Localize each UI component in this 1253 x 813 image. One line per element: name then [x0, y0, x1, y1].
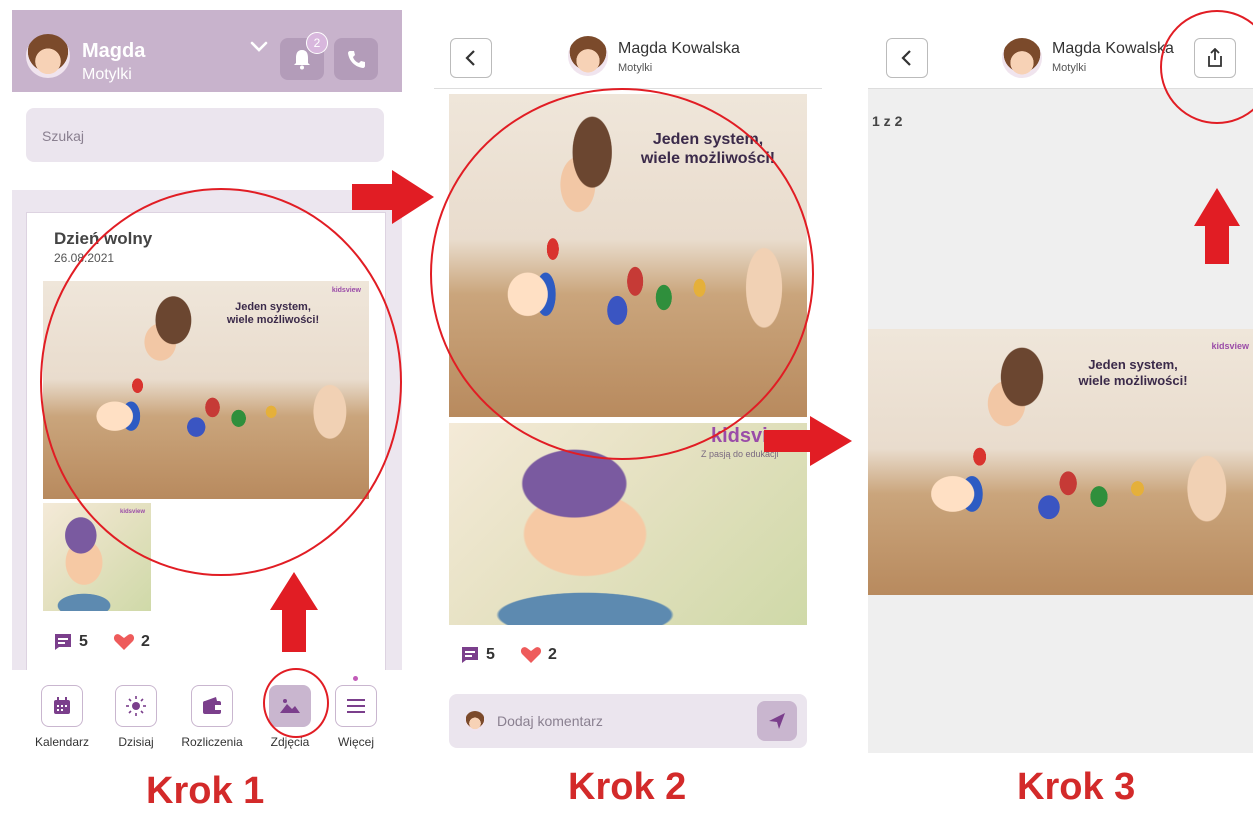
annotation-arrows [270, 170, 1240, 652]
step-label-1: Krok 1 [146, 770, 265, 812]
arrow-up-icon [270, 572, 318, 652]
arrow-up-icon [1194, 188, 1240, 264]
arrow-right-icon [352, 170, 434, 224]
arrow-right-icon [764, 416, 852, 466]
